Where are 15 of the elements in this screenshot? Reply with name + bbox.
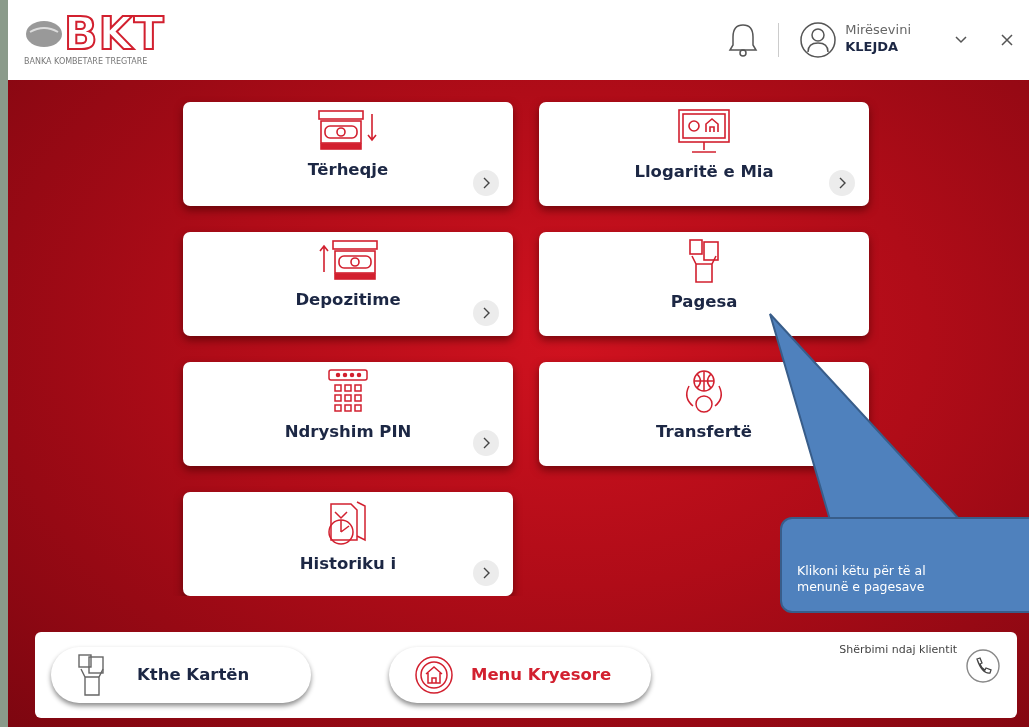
main-menu-button[interactable]: Menu Kryesore [389, 647, 651, 703]
return-card-button[interactable]: Kthe Kartën [51, 647, 311, 703]
logo-subtitle: BANKA KOMBETARE TREGTARE [24, 56, 149, 68]
menu-tile[interactable]: Depozitime [183, 232, 513, 336]
callout-text: Klikoni këtu për të al [797, 563, 927, 579]
menu-tile[interactable]: Ndryshim PIN [183, 362, 513, 466]
menu-tile[interactable]: Historiku i [183, 492, 513, 596]
user-name: KLEJDA [845, 38, 900, 57]
menu-tile[interactable]: Tërheqje [183, 102, 513, 206]
support-label: Shërbimi ndaj klientit [839, 642, 957, 658]
callout-text: menunë e pagesave [797, 578, 926, 595]
logo-text: BKT [64, 12, 165, 56]
greeting-text: Mirësevini [845, 23, 911, 38]
menu-tile[interactable]: Pagesa [539, 232, 869, 336]
menu-tile[interactable]: Llogaritë e Mia [539, 102, 869, 206]
